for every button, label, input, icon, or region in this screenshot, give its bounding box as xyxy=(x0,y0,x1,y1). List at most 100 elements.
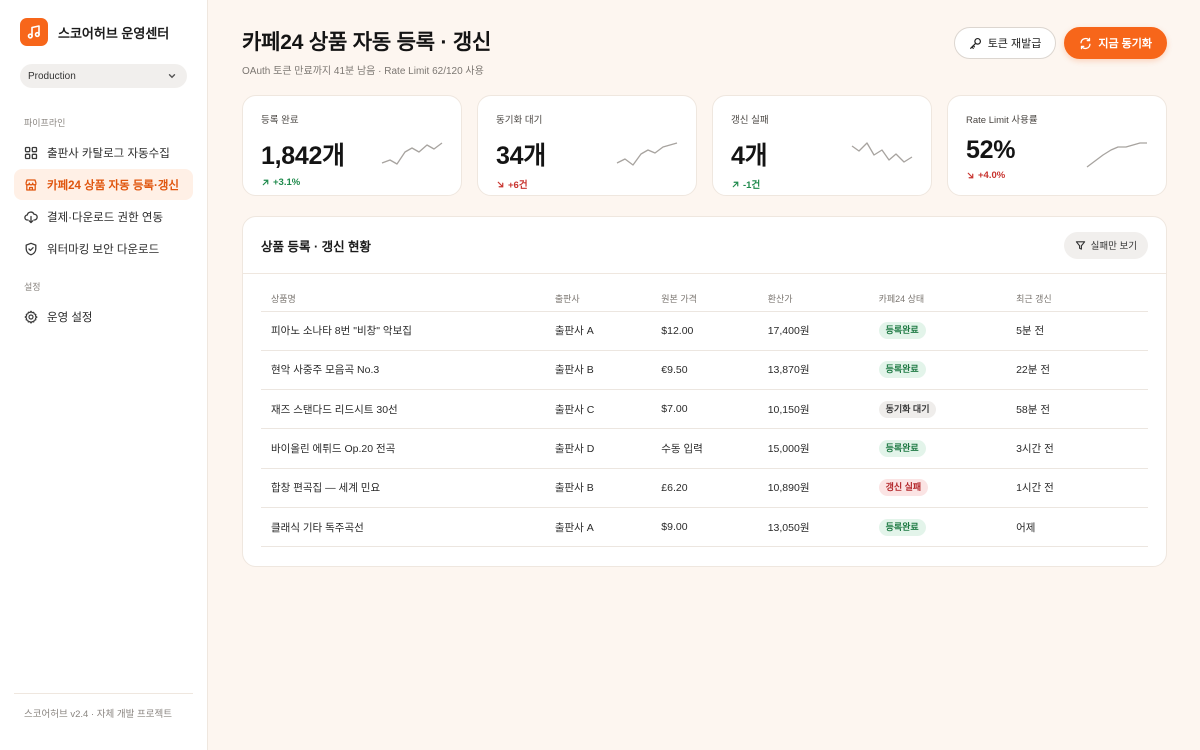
sparkline-chart xyxy=(1086,142,1147,168)
refresh-icon xyxy=(1080,37,1091,49)
arrow-up-right-icon xyxy=(262,179,269,186)
column-header-price: 원본 가격 xyxy=(651,286,758,312)
reissue-token-label: 토큰 재발급 xyxy=(987,38,1042,50)
filter-icon xyxy=(1075,240,1085,250)
kpi-delta-value: +3.1% xyxy=(273,177,301,188)
cell-publisher: 출판사 C xyxy=(544,389,652,430)
cloud-download-icon xyxy=(24,210,38,223)
cell-name: 클래식 기타 독주곡선 xyxy=(261,507,545,548)
kpi-delta: +4.0% xyxy=(966,170,1148,181)
kpi-card-rate-limit: Rate Limit 사용률 52% +4.0% xyxy=(947,95,1167,196)
chevron-down-icon xyxy=(168,74,176,79)
status-badge: 등록완료 xyxy=(878,361,926,379)
table-row[interactable]: 클래식 기타 독주곡선 출판사 A $9.00 13,050원 등록완료 어제 xyxy=(261,507,1148,548)
column-header-converted: 환산가 xyxy=(757,286,869,312)
nav-section-settings: 설정 xyxy=(24,282,41,292)
brand: 스코어허브 운영센터 xyxy=(14,18,193,46)
brand-name: 스코어허브 운영센터 xyxy=(58,25,170,41)
arrow-down-right-icon xyxy=(497,181,504,187)
store-icon xyxy=(25,178,37,191)
sidebar-item-payment-permission[interactable]: 결제·다운로드 권한 연동 xyxy=(14,201,193,232)
sidebar-item-catalog[interactable]: 출판사 카탈로그 자동수집 xyxy=(14,137,193,168)
status-badge: 갱신 실패 xyxy=(878,479,929,497)
column-header-publisher: 출판사 xyxy=(544,286,652,312)
gear-icon xyxy=(24,310,38,324)
cell-updated: 1시간 전 xyxy=(1006,468,1148,508)
cell-converted: 15,000원 xyxy=(757,428,869,469)
kpi-delta-value: +6건 xyxy=(508,180,528,191)
cell-publisher: 출판사 A xyxy=(544,507,652,548)
kpi-card-failed: 갱신 실패 4개 -1건 xyxy=(712,95,932,196)
cell-updated: 어제 xyxy=(1006,507,1148,548)
table-header-row: 상품명 출판사 원본 가격 환산가 카페24 상태 최근 갱신 xyxy=(261,286,1148,312)
sidebar-item-label: 워터마킹 보안 다운로드 xyxy=(47,243,160,256)
status-badge: 등록완료 xyxy=(878,518,926,536)
cell-converted: 10,150원 xyxy=(757,389,869,430)
cell-converted: 10,890원 xyxy=(757,468,869,508)
cell-updated: 58분 전 xyxy=(1006,389,1148,430)
sidebar-item-label: 카페24 상품 자동 등록·갱신 xyxy=(47,179,180,192)
cell-converted: 13,870원 xyxy=(757,350,869,391)
sparkline-chart xyxy=(851,142,913,163)
key-icon xyxy=(969,37,981,49)
sidebar-item-watermark[interactable]: 워터마킹 보안 다운로드 xyxy=(14,233,193,264)
sidebar-item-label: 운영 설정 xyxy=(47,311,93,324)
cell-name: 바이올린 에튀드 Op.20 전곡 xyxy=(261,428,545,469)
music-note-icon xyxy=(20,18,48,46)
table-row[interactable]: 재즈 스탠다드 리드시트 30선 출판사 C $7.00 10,150원 동기화… xyxy=(261,389,1148,430)
sidebar-item-cafe24[interactable]: 카페24 상품 자동 등록·갱신 xyxy=(14,169,193,200)
cell-updated: 22분 전 xyxy=(1006,350,1148,391)
cell-price: £6.20 xyxy=(651,468,758,508)
sidebar-item-settings[interactable]: 운영 설정 xyxy=(14,301,193,332)
cell-publisher: 출판사 A xyxy=(544,311,652,351)
kpi-label: Rate Limit 사용률 xyxy=(966,115,1038,126)
cell-name: 피아노 소나타 8번 "비창" 악보집 xyxy=(261,311,545,351)
main-content: 카페24 상품 자동 등록 · 갱신 OAuth 토큰 만료까지 41분 남음 … xyxy=(208,0,1200,750)
sparkline-chart xyxy=(616,142,678,166)
cell-publisher: 출판사 B xyxy=(544,350,652,391)
page-header: 카페24 상품 자동 등록 · 갱신 OAuth 토큰 만료까지 41분 남음 … xyxy=(242,26,1167,77)
cell-price: 수동 입력 xyxy=(651,428,758,469)
cell-publisher: 출판사 B xyxy=(544,468,652,508)
kpi-delta: +3.1% xyxy=(261,177,443,188)
cell-name: 현악 사중주 모음곡 No.3 xyxy=(261,350,545,391)
table-row[interactable]: 현악 사중주 모음곡 No.3 출판사 B €9.50 13,870원 등록완료… xyxy=(261,350,1148,391)
filter-label: 실패만 보기 xyxy=(1090,241,1137,252)
environment-value: Production xyxy=(28,70,76,82)
cell-updated: 3시간 전 xyxy=(1006,428,1148,469)
table-row[interactable]: 합창 편곡집 — 세계 민요 출판사 B £6.20 10,890원 갱신 실패… xyxy=(261,468,1148,508)
table-row[interactable]: 피아노 소나타 8번 "비창" 악보집 출판사 A $12.00 17,400원… xyxy=(261,311,1148,351)
shield-icon xyxy=(25,242,37,255)
sidebar-item-label: 출판사 카탈로그 자동수집 xyxy=(47,147,170,160)
kpi-delta-value: -1건 xyxy=(743,180,761,191)
cell-converted: 13,050원 xyxy=(757,507,869,548)
sync-now-button[interactable]: 지금 동기화 xyxy=(1064,27,1167,59)
sparkline-chart xyxy=(381,142,443,165)
arrow-down-right-icon xyxy=(967,172,974,179)
status-badge: 동기화 대기 xyxy=(878,400,937,418)
kpi-delta: -1건 xyxy=(731,177,913,191)
column-header-status: 카페24 상태 xyxy=(868,286,1007,312)
sidebar: 스코어허브 운영센터 Production 파이프라인 출판사 카탈로그 자동수… xyxy=(0,0,208,750)
environment-select[interactable]: Production xyxy=(20,64,187,88)
kpi-label: 등록 완료 xyxy=(261,115,299,126)
cell-price: $9.00 xyxy=(651,507,758,548)
table-title: 상품 등록 · 갱신 현황 xyxy=(261,239,372,254)
header-actions: 토큰 재발급 지금 동기화 xyxy=(953,27,1167,59)
table-card-header: 상품 등록 · 갱신 현황 실패만 보기 xyxy=(243,217,1166,274)
cell-converted: 17,400원 xyxy=(757,311,869,351)
cell-price: €9.50 xyxy=(651,350,758,391)
failed-only-filter-button[interactable]: 실패만 보기 xyxy=(1063,231,1148,259)
sync-now-label: 지금 동기화 xyxy=(1098,38,1152,50)
table-row[interactable]: 바이올린 에튀드 Op.20 전곡 출판사 D 수동 입력 15,000원 등록… xyxy=(261,428,1148,469)
page-subtitle: OAuth 토큰 만료까지 41분 남음 · Rate Limit 62/120… xyxy=(242,66,484,77)
cell-price: $7.00 xyxy=(651,389,758,430)
kpi-label: 동기화 대기 xyxy=(496,115,543,126)
reissue-token-button[interactable]: 토큰 재발급 xyxy=(953,27,1057,59)
kpi-label: 갱신 실패 xyxy=(731,115,769,126)
product-status-card: 상품 등록 · 갱신 현황 실패만 보기 상품명 출판사 원본 가격 환산가 카… xyxy=(242,216,1167,567)
grid-icon xyxy=(24,146,38,159)
status-badge: 등록완료 xyxy=(878,322,926,340)
cell-name: 합창 편곡집 — 세계 민요 xyxy=(261,468,545,508)
page-title: 카페24 상품 자동 등록 · 갱신 xyxy=(242,31,492,54)
